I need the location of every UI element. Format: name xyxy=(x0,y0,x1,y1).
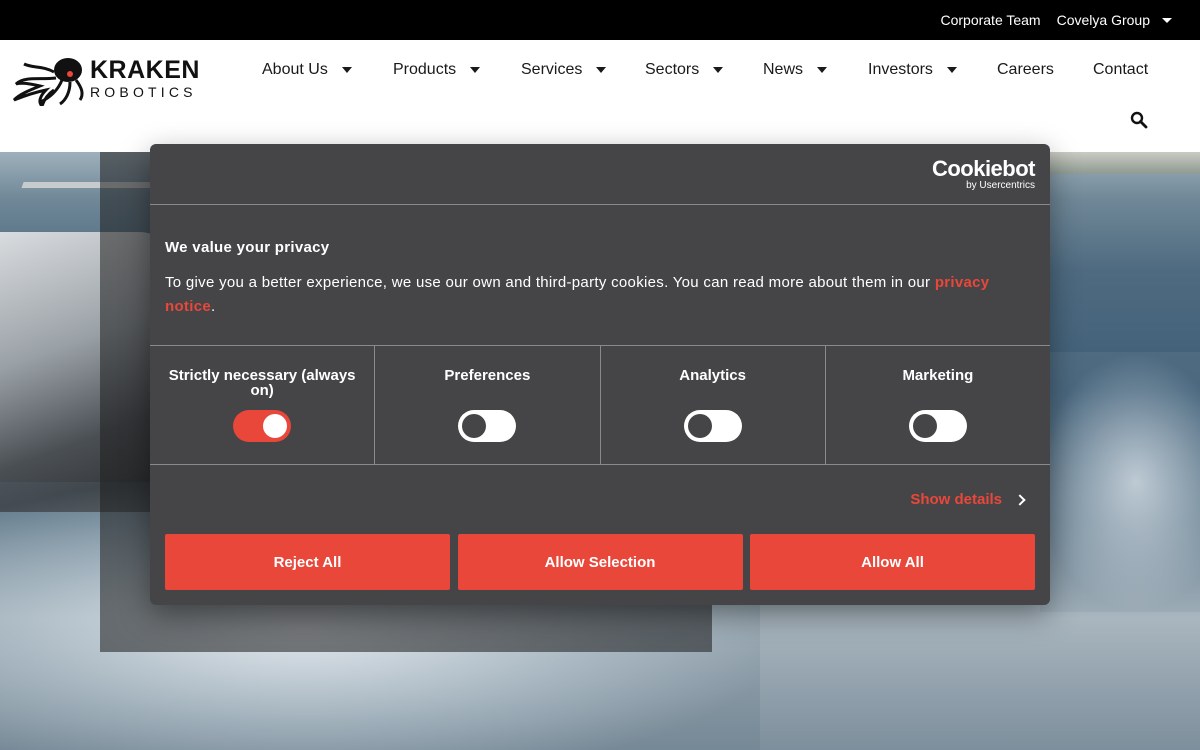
search-icon xyxy=(1130,111,1148,129)
cookie-dialog-title: We value your privacy xyxy=(165,239,330,256)
toggle-label: Marketing xyxy=(902,367,974,384)
cookiebot-subtitle: by Usercentrics xyxy=(966,180,1035,191)
switch-knob xyxy=(687,414,712,438)
chevron-down-icon xyxy=(596,67,607,73)
covelya-group-label: Covelya Group xyxy=(1056,12,1150,28)
search-button[interactable] xyxy=(1130,111,1148,129)
allow-selection-button[interactable]: Allow Selection xyxy=(457,534,743,590)
site-header: KRAKEN ROBOTICS About Us Products Servic… xyxy=(0,40,1200,152)
nav-item-sectors[interactable]: Sectors xyxy=(645,61,724,79)
corporate-team-link[interactable]: Corporate Team xyxy=(940,12,1040,28)
chevron-down-icon xyxy=(817,67,828,73)
toggle-preferences: Preferences xyxy=(375,346,601,464)
preferences-switch[interactable] xyxy=(458,410,517,442)
cookie-text-end: . xyxy=(210,298,216,315)
toggle-analytics: Analytics xyxy=(601,346,826,464)
main-nav: About Us Products Services Sectors News … xyxy=(0,61,1200,83)
nav-item-services[interactable]: Services xyxy=(521,61,607,79)
strictly-necessary-switch[interactable] xyxy=(233,410,292,442)
nav-item-label: About Us xyxy=(262,61,328,78)
show-details-label: Show details xyxy=(910,491,1002,508)
utility-bar: Corporate Team Covelya Group xyxy=(0,0,1200,40)
details-row: Show details xyxy=(150,465,1050,533)
nav-item-label: Services xyxy=(521,61,583,78)
nav-item-products[interactable]: Products xyxy=(393,61,481,79)
consent-buttons: Reject All Allow Selection Allow All xyxy=(165,534,1035,590)
switch-knob xyxy=(912,414,937,438)
nav-item-label: Investors xyxy=(868,61,933,78)
cookie-dialog-body: We value your privacy To give you a bett… xyxy=(150,205,1050,345)
switch-knob xyxy=(263,414,288,438)
nav-item-investors[interactable]: Investors xyxy=(868,61,957,79)
nav-item-news[interactable]: News xyxy=(763,61,828,79)
marketing-switch[interactable] xyxy=(908,410,967,442)
chevron-down-icon xyxy=(713,67,724,73)
chevron-right-icon xyxy=(1014,493,1026,506)
cookiebot-logo[interactable]: Cookiebot by Usercentrics xyxy=(931,156,1036,191)
covelya-group-dropdown[interactable]: Covelya Group xyxy=(1057,12,1172,28)
nav-item-contact[interactable]: Contact xyxy=(1093,61,1148,79)
toggle-label: Strictly necessary (always on) xyxy=(168,367,356,399)
nav-item-label: Contact xyxy=(1093,61,1149,78)
nav-item-label: Sectors xyxy=(645,61,700,78)
cookie-consent-dialog: Cookiebot by Usercentrics We value your … xyxy=(150,144,1050,605)
chevron-down-icon xyxy=(470,67,481,73)
logo-subwordmark: ROBOTICS xyxy=(90,83,197,100)
nav-item-label: News xyxy=(763,61,804,78)
consent-toggles: Strictly necessary (always on) Preferenc… xyxy=(150,345,1050,465)
toggle-label: Analytics xyxy=(679,367,746,384)
chevron-down-icon xyxy=(1162,17,1172,23)
toggle-strictly-necessary: Strictly necessary (always on) xyxy=(150,346,376,464)
chevron-down-icon xyxy=(341,67,352,73)
nav-item-label: Products xyxy=(393,61,457,78)
show-details-link[interactable]: Show details xyxy=(910,491,1026,508)
nav-item-careers[interactable]: Careers xyxy=(997,61,1054,79)
cookiebot-wordmark: Cookiebot xyxy=(931,156,1036,181)
corporate-team-label: Corporate Team xyxy=(940,12,1041,28)
nav-item-about-us[interactable]: About Us xyxy=(262,61,352,79)
cookie-text-intro: To give you a better experience, we use … xyxy=(165,274,935,291)
nav-item-label: Careers xyxy=(997,61,1054,78)
analytics-switch[interactable] xyxy=(683,410,742,442)
chevron-down-icon xyxy=(946,67,957,73)
switch-knob xyxy=(462,414,487,438)
allow-all-button[interactable]: Allow All xyxy=(750,534,1035,590)
reject-all-button[interactable]: Reject All xyxy=(165,534,450,590)
toggle-label: Preferences xyxy=(444,367,531,384)
cookie-dialog-text: To give you a better experience, we use … xyxy=(165,271,1035,319)
toggle-marketing: Marketing xyxy=(826,346,1050,464)
cookie-dialog-header: Cookiebot by Usercentrics xyxy=(150,144,1050,205)
hero-wake xyxy=(1040,352,1200,612)
